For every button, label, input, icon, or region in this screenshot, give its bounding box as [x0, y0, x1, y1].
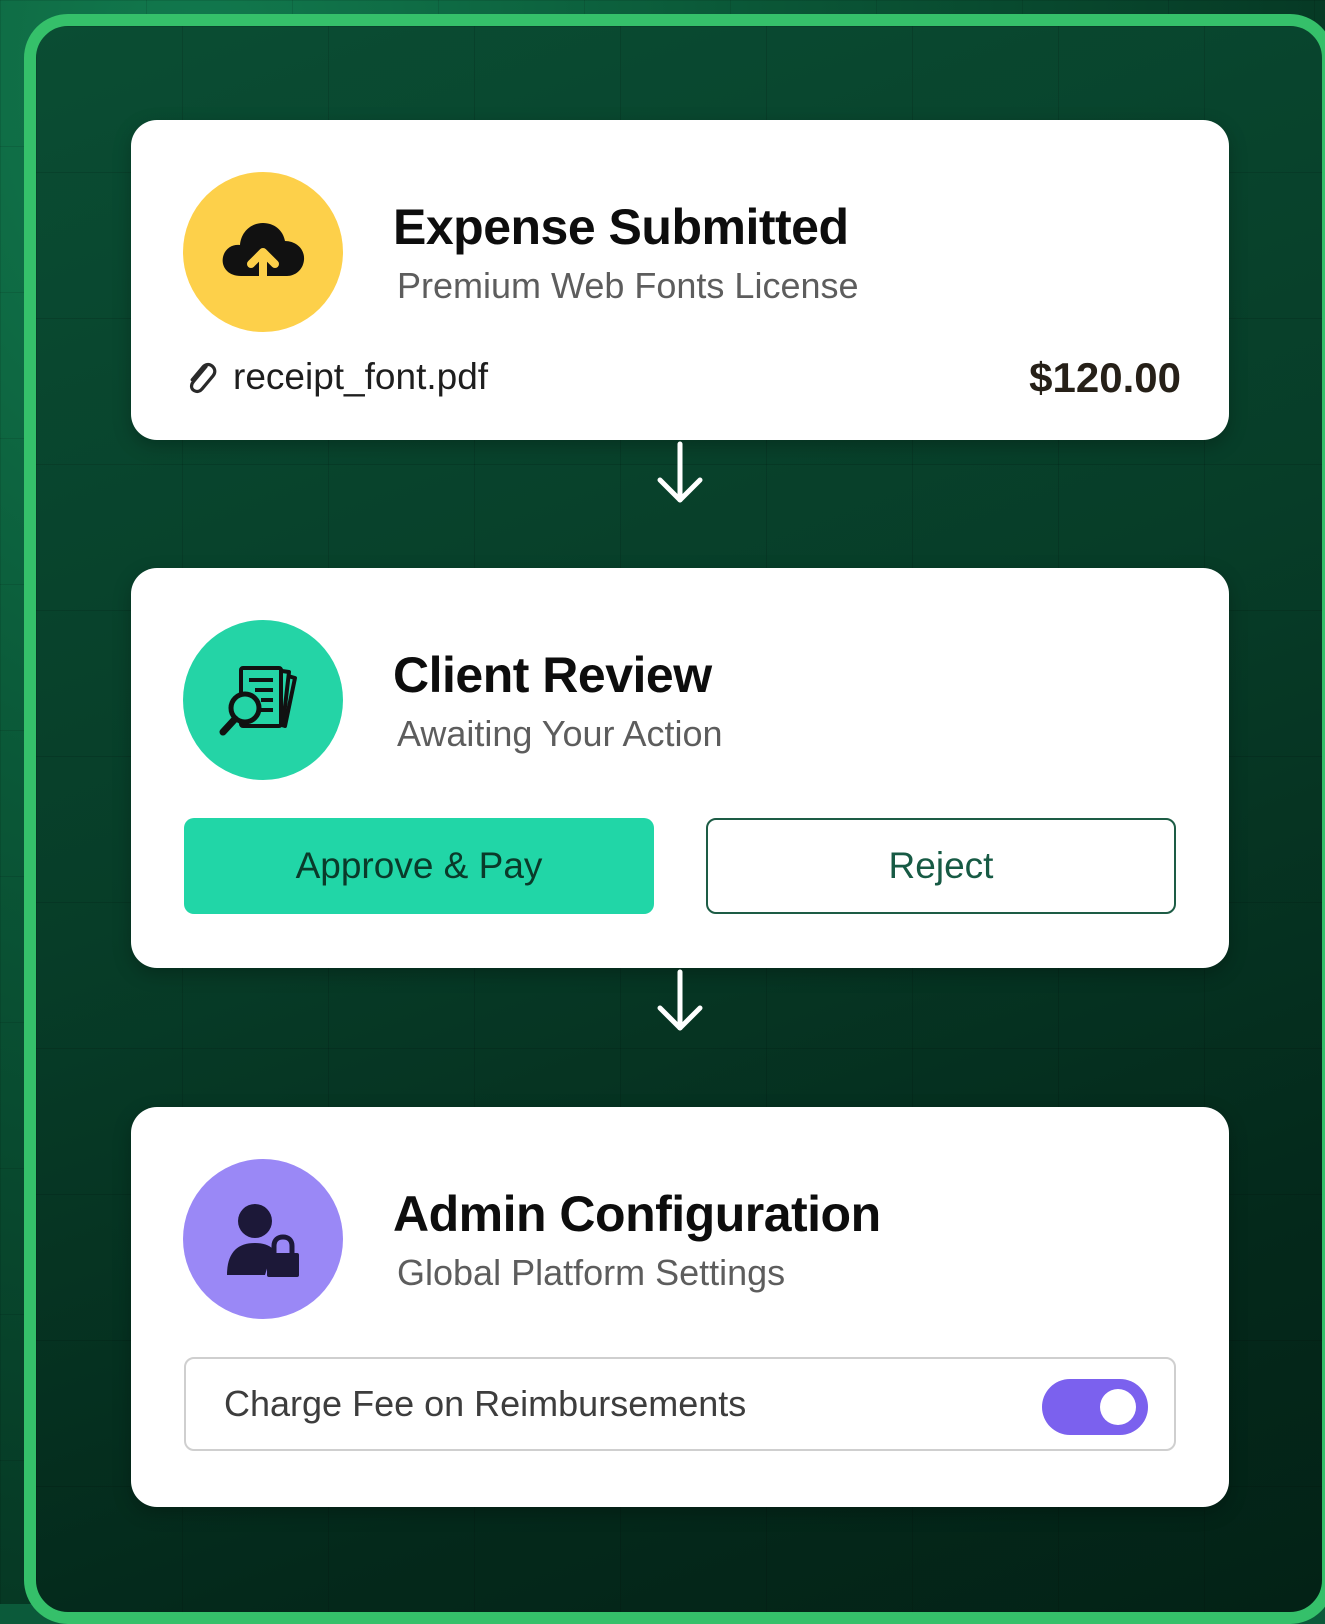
step-card-client-review: Client Review Awaiting Your Action Appro… — [131, 568, 1229, 968]
step-subtitle: Global Platform Settings — [397, 1252, 786, 1293]
setting-label: Charge Fee on Reimbursements — [224, 1383, 747, 1424]
toggle-knob — [1100, 1389, 1136, 1425]
charge-fee-setting-row: Charge Fee on Reimbursements — [184, 1357, 1176, 1451]
charge-fee-toggle[interactable] — [1042, 1379, 1148, 1435]
cloud-upload-icon — [222, 223, 305, 284]
approve-pay-button[interactable]: Approve & Pay — [184, 818, 654, 914]
step-card-expense-submitted: Expense Submitted Premium Web Fonts Lice… — [131, 120, 1229, 440]
step-title: Admin Configuration — [393, 1186, 881, 1242]
step-subtitle: Premium Web Fonts License — [397, 265, 859, 306]
arrow-down-icon — [657, 441, 703, 503]
attachment-link[interactable]: receipt_font.pdf — [183, 356, 488, 398]
step-icon-badge — [183, 620, 343, 780]
step-card-admin-configuration: Admin Configuration Global Platform Sett… — [131, 1107, 1229, 1507]
step-title: Client Review — [393, 647, 712, 703]
expense-amount: $120.00 — [1029, 354, 1181, 401]
document-search-icon — [219, 666, 297, 736]
paperclip-icon — [189, 362, 217, 394]
step-title: Expense Submitted — [393, 199, 849, 255]
reject-button[interactable]: Reject — [706, 818, 1176, 914]
arrow-down-icon — [657, 969, 703, 1031]
attachment-filename[interactable]: receipt_font.pdf — [233, 356, 488, 398]
step-subtitle: Awaiting Your Action — [397, 713, 723, 754]
step-icon-badge — [183, 172, 343, 332]
user-lock-icon — [227, 1204, 299, 1277]
step-icon-badge — [183, 1159, 343, 1319]
